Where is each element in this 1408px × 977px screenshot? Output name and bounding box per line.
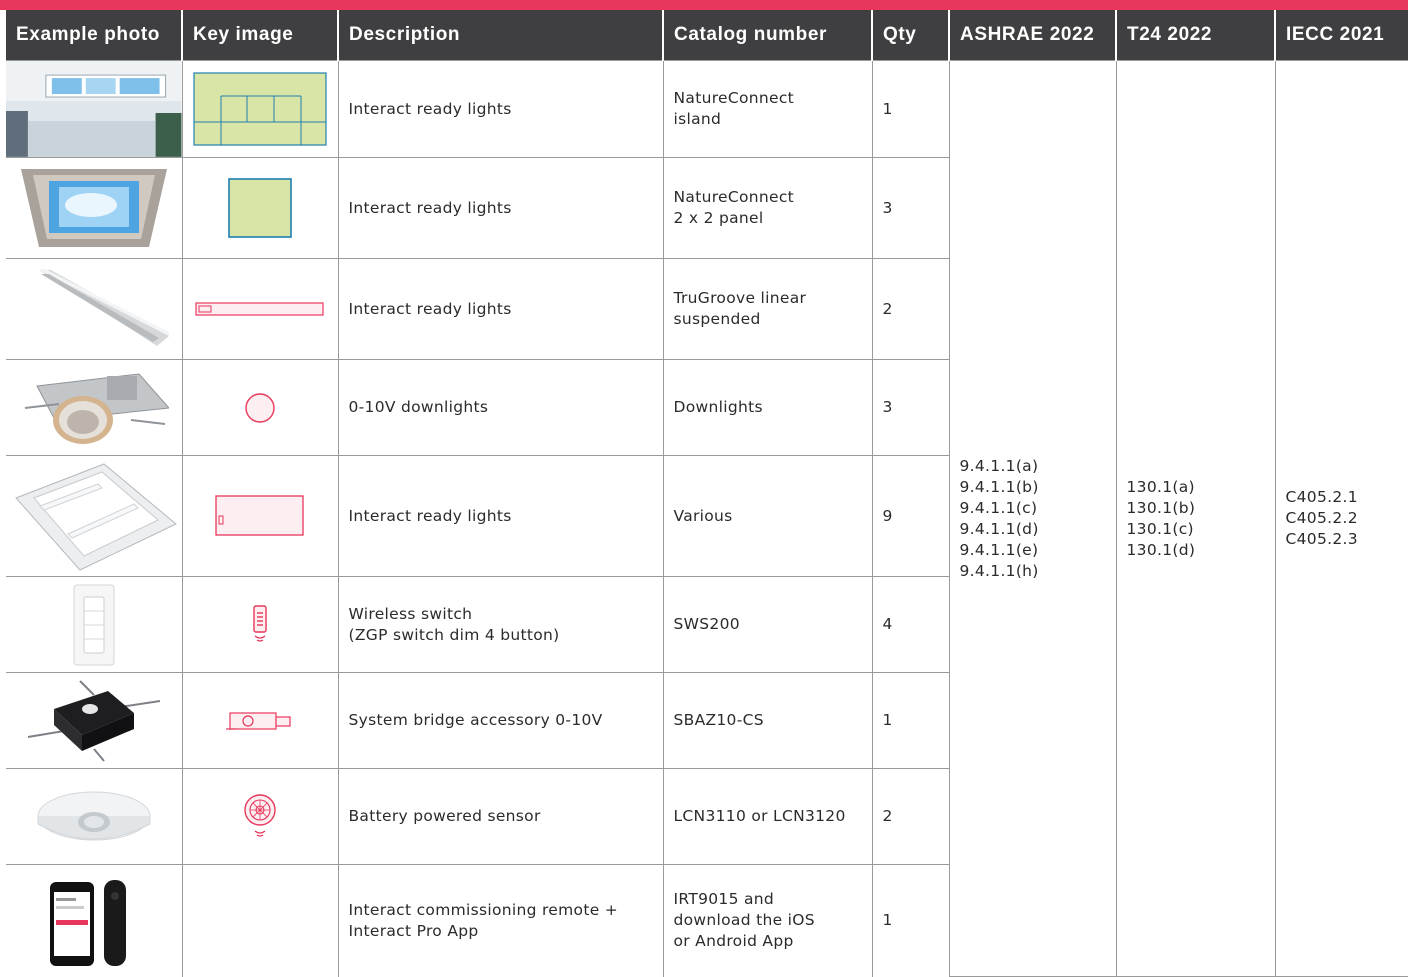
key-image-cell <box>181 60 339 158</box>
description-cell: Interact commissioning remote + Interact… <box>337 864 664 977</box>
key-image-cell <box>181 672 339 769</box>
linear-suspended-photo <box>38 268 169 346</box>
header-ashrae: ASHRAE 2022 <box>948 10 1116 61</box>
qty-cell: 9 <box>871 455 950 577</box>
qty-cell: 2 <box>871 768 950 865</box>
key-image-cell <box>181 359 339 456</box>
key-image-cell <box>181 157 339 259</box>
catalog-cell: SWS200 <box>662 576 873 673</box>
description-cell: System bridge accessory 0-10V <box>337 672 664 769</box>
key-image-cell <box>181 455 339 577</box>
qty-cell: 1 <box>871 672 950 769</box>
description-cell: Wireless switch (ZGP switch dim 4 button… <box>337 576 664 673</box>
example-photo-cell <box>6 258 183 360</box>
ceiling-sensor-photo <box>37 791 151 840</box>
header-qty: Qty <box>871 10 949 61</box>
table-header-row: Example photo Key image Description Cata… <box>6 10 1408 61</box>
wireless-switch-key <box>253 604 267 642</box>
qty-cell: 4 <box>871 576 950 673</box>
qty-cell: 1 <box>871 60 950 158</box>
description-cell: Interact ready lights <box>337 258 664 360</box>
panel-square-key <box>228 178 292 238</box>
example-photo-cell <box>6 157 183 259</box>
catalog-cell: LCN3110 or LCN3120 <box>662 768 873 865</box>
example-photo-cell <box>6 672 183 769</box>
catalog-cell: Downlights <box>662 359 873 456</box>
description-cell: 0-10V downlights <box>337 359 664 456</box>
description-cell: Interact ready lights <box>337 157 664 259</box>
example-photo-cell <box>6 359 183 456</box>
bridge-box-photo <box>27 679 160 762</box>
phone-remote-photo <box>49 879 126 966</box>
qty-cell: 2 <box>871 258 950 360</box>
panel-2x2-photo <box>20 169 167 247</box>
t24-code-cell: 130.1(a) 130.1(b) 130.1(c) 130.1(d) <box>1115 60 1276 977</box>
header-key-image: Key image <box>181 10 338 61</box>
key-image-cell <box>181 864 339 977</box>
rectangle-key <box>215 495 304 536</box>
sensor-key <box>244 793 276 837</box>
product-spec-table: Example photo Key image Description Cata… <box>6 10 1408 977</box>
catalog-cell: TruGroove linear suspended <box>662 258 873 360</box>
catalog-cell: NatureConnect 2 x 2 panel <box>662 157 873 259</box>
description-cell: Battery powered sensor <box>337 768 664 865</box>
header-iecc: IECC 2021 <box>1274 10 1408 61</box>
catalog-cell: NatureConnect island <box>662 60 873 158</box>
wall-switch-photo <box>73 584 115 665</box>
qty-cell: 3 <box>871 359 950 456</box>
downlight-housing-photo <box>24 372 169 444</box>
header-t24: T24 2022 <box>1115 10 1275 61</box>
troffer-photo <box>14 463 177 571</box>
key-image-cell <box>181 258 339 360</box>
circle-key <box>245 392 275 423</box>
example-photo-cell <box>6 60 183 158</box>
key-image-cell <box>181 768 339 865</box>
header-description: Description <box>337 10 663 61</box>
key-image-cell <box>181 576 339 673</box>
example-photo-cell <box>6 768 183 865</box>
description-cell: Interact ready lights <box>337 455 664 577</box>
description-cell: Interact ready lights <box>337 60 664 158</box>
bridge-key <box>226 711 291 730</box>
table-row: Interact ready lights NatureConnect isla… <box>6 60 1408 977</box>
iecc-code-cell: C405.2.1 C405.2.2 C405.2.3 <box>1274 60 1408 977</box>
header-catalog-number: Catalog number <box>662 10 872 61</box>
example-photo-cell <box>6 576 183 673</box>
ashrae-code-cell: 9.4.1.1(a) 9.4.1.1(b) 9.4.1.1(c) 9.4.1.1… <box>948 60 1117 977</box>
top-accent-bar <box>0 0 1408 10</box>
example-photo-cell <box>6 455 183 577</box>
catalog-cell: IRT9015 and download the iOS or Android … <box>662 864 873 977</box>
qty-cell: 3 <box>871 157 950 259</box>
island-grid-key <box>193 72 327 146</box>
linear-bar-key <box>195 302 324 316</box>
header-example-photo: Example photo <box>6 10 182 61</box>
example-photo-cell <box>6 864 183 977</box>
catalog-cell: Various <box>662 455 873 577</box>
qty-cell: 1 <box>871 864 950 977</box>
catalog-cell: SBAZ10-CS <box>662 672 873 769</box>
skylight-island-photo <box>6 61 182 157</box>
